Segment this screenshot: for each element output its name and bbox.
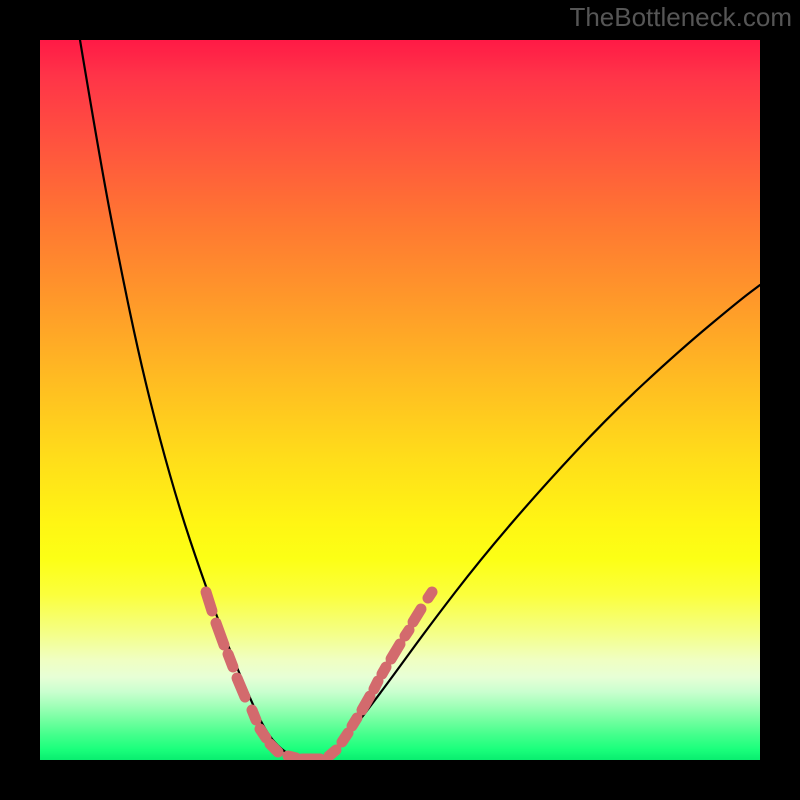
chart-outer-frame: TheBottleneck.com bbox=[0, 0, 800, 800]
dash-segment bbox=[216, 623, 224, 645]
plot-area bbox=[40, 40, 760, 760]
dash-segment bbox=[270, 744, 278, 752]
dash-segment bbox=[362, 696, 370, 710]
dash-segment bbox=[237, 678, 245, 697]
dash-segment bbox=[413, 609, 421, 622]
dash-segment bbox=[260, 729, 266, 738]
dash-overlay-layer bbox=[206, 592, 432, 759]
dash-segment bbox=[228, 654, 233, 667]
dash-segment bbox=[342, 733, 348, 742]
dash-segment bbox=[288, 756, 296, 758]
dash-segment bbox=[352, 718, 357, 726]
dash-segment bbox=[428, 592, 432, 598]
dash-segment bbox=[382, 667, 386, 674]
dash-segment bbox=[374, 681, 378, 689]
dash-segment bbox=[252, 710, 256, 720]
dash-segment bbox=[405, 630, 409, 636]
watermark-text: TheBottleneck.com bbox=[569, 2, 792, 33]
dash-segment bbox=[329, 750, 336, 756]
curve-layer bbox=[80, 40, 760, 759]
dash-segment bbox=[391, 644, 400, 659]
main-curve bbox=[80, 40, 760, 759]
dash-segment bbox=[206, 592, 212, 611]
plot-svg bbox=[40, 40, 760, 760]
